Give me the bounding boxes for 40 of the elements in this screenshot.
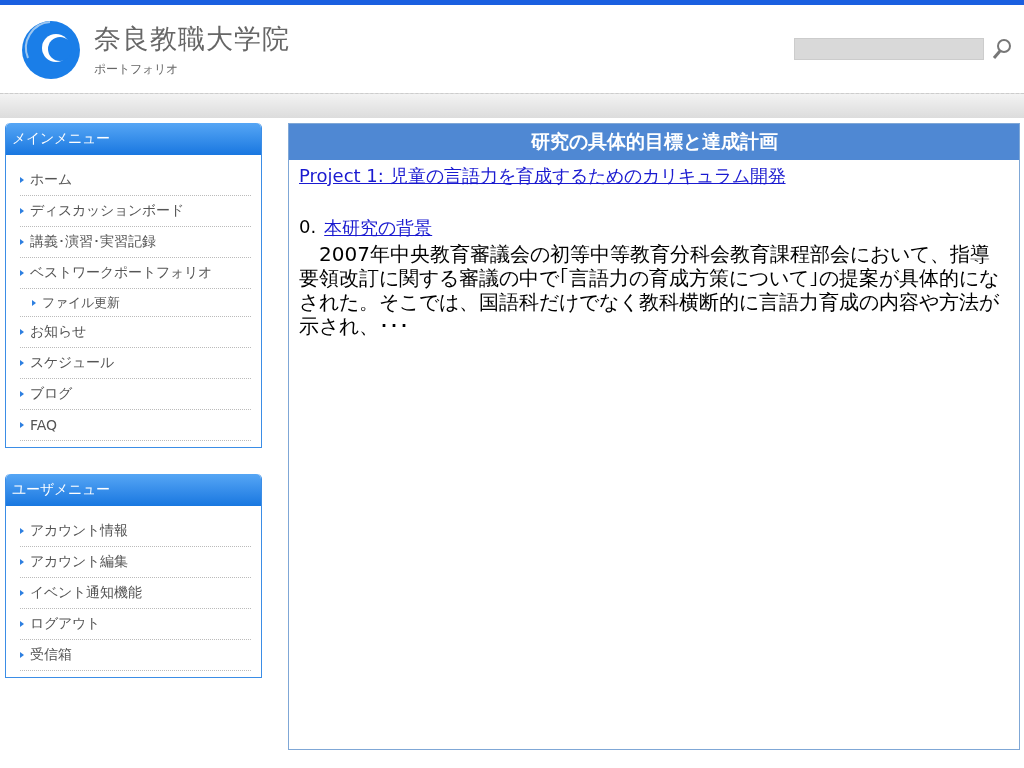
bullet-icon: [20, 239, 24, 245]
bullet-icon: [20, 391, 24, 397]
site-subtitle: ポートフォリオ: [94, 60, 179, 78]
menu-link[interactable]: FAQ: [30, 417, 58, 433]
site-title: 奈良教職大学院: [94, 21, 290, 56]
section-number: 0.: [299, 216, 317, 239]
menu-link[interactable]: ファイル更新: [42, 293, 120, 312]
menu-link[interactable]: アカウント情報: [30, 522, 128, 540]
bullet-icon: [20, 559, 24, 565]
menu-link[interactable]: アカウント編集: [30, 553, 128, 571]
bullet-icon: [20, 528, 24, 534]
bullet-icon: [20, 590, 24, 596]
section-link[interactable]: 本研究の背景: [324, 216, 433, 240]
bullet-icon: [20, 177, 24, 183]
menu-link[interactable]: イベント通知機能: [30, 584, 142, 602]
menu-link[interactable]: 受信箱: [30, 646, 72, 664]
menu-link[interactable]: お知らせ: [30, 323, 86, 341]
menu-header: メインメニュー: [6, 123, 261, 155]
menu-link[interactable]: ホーム: [30, 171, 72, 189]
menu-link[interactable]: スケジュール: [30, 354, 114, 372]
menu-link[interactable]: ディスカッションボード: [30, 202, 184, 220]
bullet-icon: [20, 360, 24, 366]
bullet-icon: [32, 299, 36, 306]
menu-link[interactable]: 講義･演習･実習記録: [30, 233, 156, 251]
menu-link[interactable]: ログアウト: [30, 615, 100, 633]
content-title: 研究の具体的目標と達成計画: [289, 124, 1019, 160]
bullet-icon: [20, 652, 24, 658]
search-icon[interactable]: [992, 38, 1012, 60]
menu-link[interactable]: ブログ: [30, 385, 72, 403]
bullet-icon: [20, 208, 24, 214]
search-field[interactable]: [794, 38, 984, 60]
body-paragraph: 2007年中央教育審議会の初等中等教育分科会教育課程部会において、指導要領改訂に関する審議の中で｢言語力の育成方策について｣の提案が具体的になされた。そこでは、国語科だけでなく教科横断的に言語力育成の内容や方法が示され、･･･: [299, 242, 999, 338]
bullet-icon: [20, 329, 24, 335]
menu-header: ユーザメニュー: [6, 474, 261, 506]
menu-link[interactable]: ベストワークポートフォリオ: [30, 264, 212, 282]
logo-icon: [20, 18, 82, 80]
bullet-icon: [20, 270, 24, 276]
bullet-icon: [20, 422, 24, 428]
bullet-icon: [20, 621, 24, 627]
project-link[interactable]: Project 1: 児童の言語力を育成するためのカリキュラム開発: [299, 165, 786, 186]
